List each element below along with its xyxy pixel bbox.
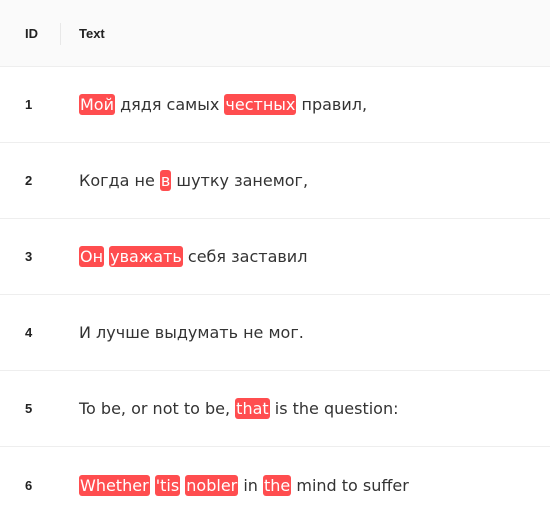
text-segment: себя заставил — [182, 247, 308, 266]
text-segment: И лучше выдумать не мог. — [79, 323, 304, 342]
table-row[interactable]: 5 To be, or not to be, that is the questi… — [0, 371, 550, 447]
text-segment: шутку занемог, — [171, 171, 309, 190]
highlighted-token: the — [263, 474, 292, 496]
table-header: ID Text — [0, 0, 550, 67]
text-segment: mind to suffer — [291, 475, 409, 495]
highlighted-token: честных — [224, 94, 297, 115]
table-row[interactable]: 6 Whether 'tis nobler in the mind to suff… — [0, 447, 550, 523]
text-segment — [150, 476, 155, 495]
row-text: Когда не в шутку занемог, — [79, 170, 309, 191]
table-row[interactable]: 1 Мой дядя самых честных правил, — [0, 67, 550, 143]
highlighted-token: уважать — [109, 246, 183, 267]
text-segment: дядя самых — [115, 95, 225, 114]
row-id: 2 — [25, 173, 33, 188]
highlighted-token: Мой — [79, 94, 115, 115]
text-segment: To be, or not to be, — [79, 399, 236, 418]
table-row[interactable]: 3 Он уважать себя заставил — [0, 219, 550, 295]
row-text: Мой дядя самых честных правил, — [79, 94, 368, 115]
row-id: 4 — [25, 325, 33, 340]
table-body: 1 Мой дядя самых честных правил, 2 Когда не… — [0, 67, 550, 523]
row-id: 6 — [25, 477, 33, 493]
table-row[interactable]: 2 Когда не в шутку занемог, — [0, 143, 550, 219]
highlighted-token: Whether — [79, 474, 150, 496]
column-header-text[interactable]: Text — [79, 26, 105, 41]
highlighted-token: 'tis — [154, 474, 181, 496]
text-segment: is the question: — [269, 399, 399, 418]
row-text: To be, or not to be, that is the questio… — [79, 398, 399, 419]
highlighted-token: nobler — [185, 474, 239, 496]
highlighted-token: в — [159, 170, 172, 191]
highlight-table: ID Text 1 Мой дядя самых честных правил, 2… — [0, 0, 550, 523]
row-text: Он уважать себя заставил — [79, 246, 308, 267]
highlighted-token: Он — [79, 246, 105, 267]
row-id: 3 — [25, 249, 33, 264]
column-header-id[interactable]: ID — [0, 22, 79, 45]
row-text: Whether 'tis nobler in the mind to suffe… — [79, 474, 409, 496]
table-row[interactable]: 4 И лучше выдумать не мог. — [0, 295, 550, 371]
text-segment: in — [238, 475, 263, 495]
text-segment: правил, — [296, 95, 368, 114]
row-id: 5 — [25, 401, 33, 416]
highlighted-token: that — [235, 398, 270, 419]
text-segment: Когда не — [79, 171, 160, 190]
row-id: 1 — [25, 97, 33, 112]
row-text: И лучше выдумать не мог. — [79, 323, 304, 342]
